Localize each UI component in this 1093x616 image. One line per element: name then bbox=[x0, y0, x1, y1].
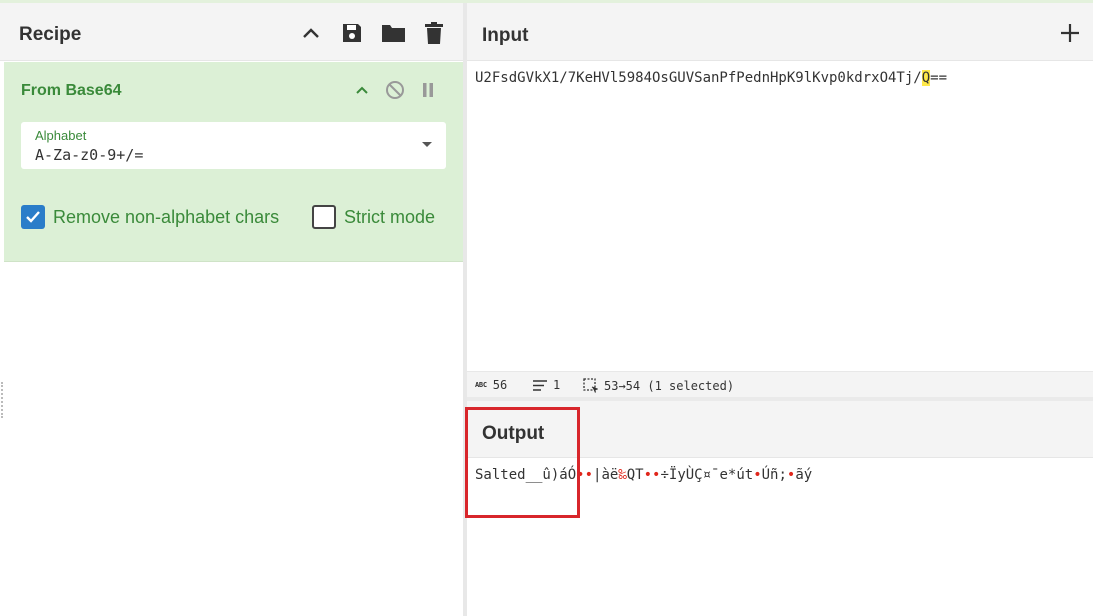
recipe-header: Recipe bbox=[0, 3, 463, 61]
length-stat: ABC 56 bbox=[475, 378, 507, 392]
control-char: •• bbox=[643, 467, 661, 483]
selection-icon bbox=[583, 378, 598, 393]
length-value: 56 bbox=[492, 378, 508, 392]
pause-icon[interactable] bbox=[416, 78, 440, 102]
chevron-up-icon[interactable] bbox=[298, 20, 324, 46]
output-panel: Output Salted__û)áÓ••|àë‰QT••÷ÏyÙÇ¤¯e*út… bbox=[467, 401, 1093, 616]
control-char: • bbox=[753, 467, 762, 483]
input-title: Input bbox=[482, 25, 529, 46]
add-input-tab-icon[interactable] bbox=[1057, 20, 1083, 46]
input-selected-char: Q bbox=[921, 70, 931, 86]
input-textarea[interactable]: U2FsdGVkX1/7KeHVl5984OsGUVSanPfPednHpK9l… bbox=[475, 70, 947, 86]
lines-icon bbox=[533, 379, 547, 391]
control-char: ‰ bbox=[618, 467, 627, 483]
strict-mode-checkbox[interactable]: Strict mode bbox=[312, 205, 435, 229]
output-seg: QT bbox=[626, 467, 644, 483]
operation-title: From Base64 bbox=[21, 82, 122, 99]
abc-icon: ABC bbox=[475, 381, 487, 389]
alphabet-label: Alphabet bbox=[35, 128, 87, 143]
remove-non-alphabet-label: Remove non-alphabet chars bbox=[53, 206, 280, 227]
output-header: Output bbox=[467, 401, 1093, 458]
checkbox-unchecked-icon[interactable] bbox=[312, 205, 336, 229]
output-seg: ÷ÏyÙÇ¤¯e*út bbox=[660, 467, 754, 483]
from-base64-operation: From Base64 Alphabet A-Za-z0-9+/= Remove… bbox=[4, 62, 463, 262]
input-header: Input bbox=[467, 3, 1093, 61]
output-seg: ãý bbox=[795, 467, 813, 483]
output-seg: Úñ; bbox=[761, 467, 787, 483]
selection-stat: 53→54 (1 selected) bbox=[583, 378, 734, 393]
recipe-title: Recipe bbox=[19, 24, 82, 45]
chevron-up-icon[interactable] bbox=[350, 78, 374, 102]
output-textarea[interactable]: Salted__û)áÓ••|àë‰QT••÷ÏyÙÇ¤¯e*út•Úñ;•ãý bbox=[475, 467, 812, 483]
selection-value: 53→54 (1 selected) bbox=[604, 378, 735, 393]
control-char: •• bbox=[576, 467, 594, 483]
lines-stat: 1 bbox=[533, 378, 560, 392]
caret-down-icon bbox=[422, 142, 432, 147]
output-title: Output bbox=[482, 423, 545, 444]
checkbox-checked-icon[interactable] bbox=[21, 205, 45, 229]
lines-value: 1 bbox=[553, 378, 561, 392]
input-text-after: == bbox=[930, 70, 948, 86]
trash-icon[interactable] bbox=[421, 20, 447, 46]
input-status-bar: ABC 56 1 53→54 (1 selected) bbox=[467, 371, 1093, 397]
output-seg: Salted__û)áÓ bbox=[475, 467, 577, 483]
strict-mode-label: Strict mode bbox=[344, 206, 436, 227]
save-icon[interactable] bbox=[339, 20, 365, 46]
remove-non-alphabet-checkbox[interactable]: Remove non-alphabet chars bbox=[21, 205, 279, 229]
output-seg: |àë bbox=[593, 467, 619, 483]
alphabet-select[interactable]: Alphabet A-Za-z0-9+/= bbox=[21, 122, 446, 169]
folder-icon[interactable] bbox=[380, 20, 406, 46]
input-text-before: U2FsdGVkX1/7KeHVl5984OsGUVSanPfPednHpK9l… bbox=[475, 70, 922, 86]
input-panel: Input U2FsdGVkX1/7KeHVl5984OsGUVSanPfPed… bbox=[467, 3, 1093, 395]
alphabet-value: A-Za-z0-9+/= bbox=[35, 146, 144, 164]
disable-icon[interactable] bbox=[383, 78, 407, 102]
resize-grip[interactable] bbox=[1, 382, 3, 418]
